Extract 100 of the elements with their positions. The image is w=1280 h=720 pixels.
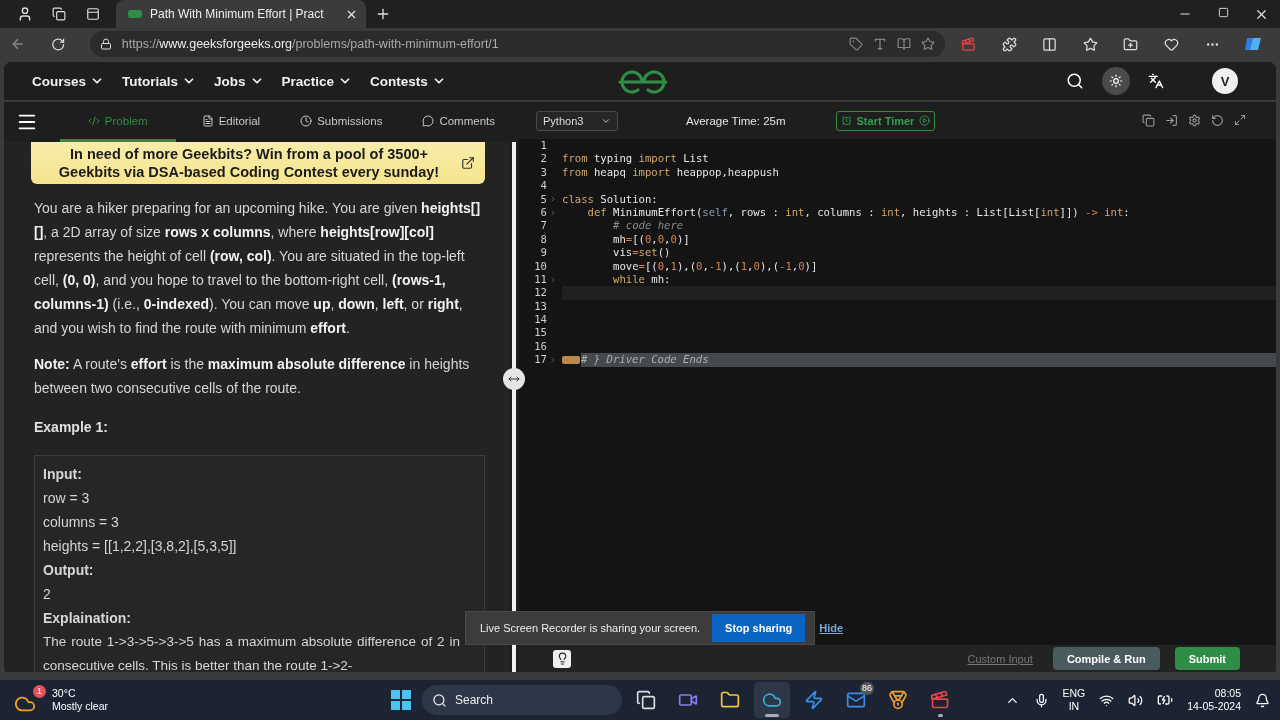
extensions-icon[interactable] — [1001, 36, 1017, 52]
theme-toggle[interactable] — [1102, 67, 1130, 95]
user-avatar[interactable]: V — [1212, 68, 1238, 94]
language-indicator[interactable]: ENG IN — [1062, 687, 1086, 713]
code-line: move=[(0,1),(0,-1),(1,0),(-1,0)] — [612, 259, 819, 273]
copilot-icon[interactable] — [1243, 35, 1262, 53]
code-line: class Solution: — [562, 192, 659, 206]
line-number: 13 — [533, 299, 547, 314]
code-line: # code here — [612, 219, 685, 233]
tab-actions-icon[interactable] — [86, 7, 100, 21]
health-icon[interactable] — [1164, 36, 1180, 52]
favorite-star-icon[interactable] — [921, 37, 936, 51]
custom-input-link[interactable]: Custom Input — [967, 652, 1033, 665]
line-number: 9 — [539, 246, 547, 260]
favorites-icon[interactable] — [1082, 36, 1098, 52]
example-text: 2 — [43, 585, 52, 604]
logo-icon[interactable] — [616, 70, 670, 94]
nav-menu-item[interactable]: Tutorials — [118, 73, 211, 89]
site-favicon-icon — [128, 10, 142, 18]
medal-icon — [888, 690, 908, 710]
start-timer-button[interactable]: Start Timer — [835, 110, 936, 131]
workspaces-icon[interactable] — [52, 7, 66, 21]
code-icon — [87, 114, 100, 127]
line-number: 16 — [533, 339, 547, 354]
example-text: heights = [[1,2,2],[3,8,2],[5,3,5]] — [43, 537, 238, 556]
example-text: row = 3 — [43, 489, 91, 508]
banner-text: In need of more Geekbits? Win from a pool of 3500+ Geekbits via DSA-based Coding Contest every sunday! — [57, 145, 441, 181]
line-number: 12 — [533, 286, 547, 300]
example-label: Input: — [43, 465, 83, 484]
search-icon — [432, 692, 447, 708]
compile-run-button[interactable]: Compile & Run — [1052, 647, 1160, 670]
taskbar-app[interactable]: 86 — [838, 682, 874, 718]
fold-marker-icon[interactable] — [562, 355, 580, 364]
settings-icon[interactable] — [1188, 114, 1201, 127]
reader-icon[interactable] — [897, 37, 912, 51]
translate-icon[interactable] — [1148, 73, 1164, 89]
code-line: while mh: — [612, 272, 672, 287]
line-number: 7 — [539, 219, 547, 233]
line-number: 4 — [539, 179, 547, 193]
hide-link[interactable]: Hide — [819, 622, 844, 634]
code-line: def MinimumEffort(self, rows : int, columns : int, heights : List[List[int]]) -> int: — [586, 205, 1131, 220]
bell-icon[interactable] — [1255, 692, 1270, 708]
example-text: The route 1->3->5->3->5 has a maximum absolute difference of 2 in consecutive cells. This is better than the route 1->2- — [43, 633, 460, 672]
line-number: 2 — [539, 152, 547, 166]
submit-button[interactable]: Submit — [1174, 647, 1240, 670]
problem-tab[interactable]: Submissions — [286, 102, 397, 142]
nav-menu-item[interactable]: Courses — [28, 73, 119, 89]
mail-icon — [846, 690, 866, 710]
nav-menu-item[interactable]: Jobs — [210, 73, 278, 89]
tag-icon[interactable] — [849, 37, 864, 51]
nav-menu-item[interactable]: Practice — [277, 73, 367, 89]
search-icon[interactable] — [1066, 72, 1084, 90]
clapperboard-icon — [930, 690, 950, 710]
import-icon[interactable] — [1165, 114, 1178, 127]
average-time: Average Time: 25m — [686, 114, 786, 127]
restore-icon[interactable] — [1217, 6, 1229, 18]
line-number: 17 — [533, 353, 547, 367]
contest-banner[interactable]: In need of more Geekbits? Win from a pool of 3500+ Geekbits via DSA-based Coding Contest every sunday! — [31, 142, 485, 184]
problem-tab[interactable]: Editorial — [187, 102, 275, 142]
refresh-icon[interactable] — [51, 36, 66, 52]
external-link-icon[interactable] — [461, 156, 475, 170]
profile-icon[interactable] — [17, 6, 33, 22]
taskbar-app[interactable] — [754, 682, 790, 718]
temperature: 30°C — [52, 687, 77, 700]
back-icon[interactable] — [10, 36, 26, 52]
code-line: mh=[(0,0,0)] — [612, 232, 691, 247]
collections-icon[interactable] — [1123, 36, 1139, 52]
wifi-icon[interactable] — [1099, 692, 1115, 708]
url-text: https://www.geeksforgeeks.org/problems/path-with-minimum-effort/1 — [121, 37, 500, 51]
fullscreen-icon[interactable] — [1234, 114, 1246, 126]
volume-icon[interactable] — [1128, 692, 1144, 708]
clock-time: 08:05 — [1214, 687, 1241, 700]
windows-start-icon[interactable] — [391, 690, 411, 710]
clapperboard-icon[interactable] — [961, 36, 977, 52]
example-title: Example 1: — [33, 418, 109, 437]
description-paragraph: You are a hiker preparing for an upcoming hike. You are given heights[][], a 2D array of size rows x columns, where heights[row][col] represents the height of cell (row, col). You are situated in the top-left cell, (0, 0), and you hope to travel to the bottom-right cell, (rows-1, columns-1) (i.e., 0-indexed). You can move up, down, left, or right, and you wish to find the route with minimum effort. — [33, 199, 482, 338]
microphone-icon[interactable] — [1033, 692, 1049, 708]
lock-icon[interactable] — [99, 38, 112, 50]
address-bar[interactable]: https://www.geeksforgeeks.org/problems/path-with-minimum-effort/1 — [89, 31, 946, 57]
copy-icon[interactable] — [1142, 114, 1155, 127]
taskbar-search[interactable]: Search — [422, 685, 622, 715]
hint-button[interactable] — [553, 649, 571, 668]
reset-icon[interactable] — [1211, 114, 1224, 127]
chat-icon — [422, 114, 435, 127]
weather-condition: Mostly clear — [52, 700, 108, 713]
browser-tab[interactable]: Path With Minimum Effort | Pract — [116, 0, 366, 28]
new-tab-icon[interactable] — [375, 6, 391, 22]
example-text: columns = 3 — [43, 513, 120, 532]
lightning-icon — [804, 690, 824, 710]
battery-icon[interactable] — [1157, 692, 1174, 708]
stop-sharing-button[interactable]: Stop sharing — [712, 614, 806, 642]
split-screen-icon[interactable] — [1042, 36, 1058, 52]
line-number: 1 — [539, 139, 547, 153]
line-number: 11 — [533, 272, 547, 287]
nav-menu-item[interactable]: Contests — [366, 73, 460, 89]
problem-tab[interactable]: Comments — [408, 102, 509, 142]
language-select[interactable]: Python3 — [536, 110, 618, 131]
line-number: 8 — [539, 232, 547, 247]
notification-badge: 86 — [860, 682, 874, 695]
read-aloud-icon[interactable] — [873, 37, 888, 51]
